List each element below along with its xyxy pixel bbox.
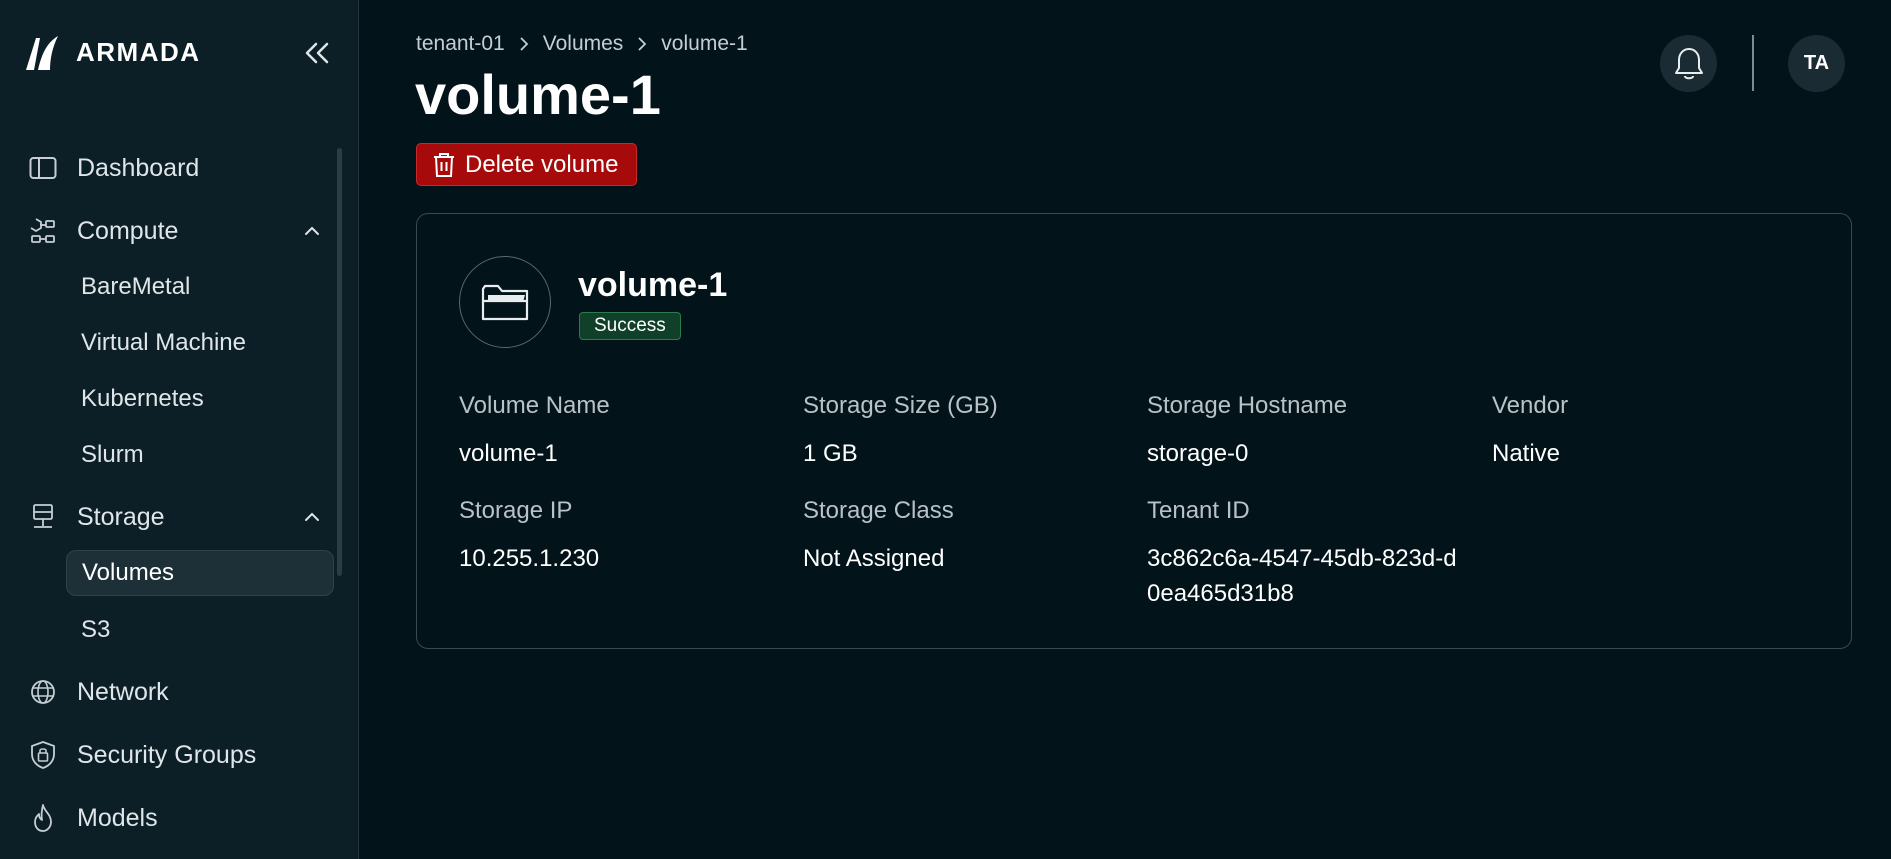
collapse-sidebar-button[interactable] xyxy=(300,36,334,70)
field-value: Not Assigned xyxy=(803,545,945,572)
delete-volume-label: Delete volume xyxy=(465,150,619,178)
sidebar-subitem-slurm[interactable]: Slurm xyxy=(66,432,334,478)
sidebar-item-storage[interactable]: Storage xyxy=(0,495,340,539)
notifications-button[interactable] xyxy=(1660,35,1717,92)
delete-volume-button[interactable]: Delete volume xyxy=(416,143,637,186)
status-badge: Success xyxy=(579,312,681,340)
sidebar-item-label: Dashboard xyxy=(77,153,200,182)
field-label: Storage Size (GB) xyxy=(803,392,998,419)
field-storage-class: Storage Class Not Assigned xyxy=(803,497,1123,576)
double-chevron-left-icon xyxy=(305,42,329,64)
field-label: Storage IP xyxy=(459,497,573,524)
field-vendor: Vendor Native xyxy=(1492,392,1812,471)
chevron-right-icon xyxy=(637,36,647,52)
trash-icon xyxy=(433,152,455,178)
sidebar: ARMADA Dashboard Compute BareMetal Virtu… xyxy=(0,0,359,859)
field-volume-name: Volume Name volume-1 xyxy=(459,392,779,471)
field-value: 3c862c6a-4547-45db-823d-d0ea465d31b8 xyxy=(1147,545,1457,607)
field-value: volume-1 xyxy=(459,440,558,467)
sidebar-item-security-groups[interactable]: Security Groups xyxy=(0,733,340,777)
chevron-up-icon[interactable] xyxy=(302,221,322,241)
avatar[interactable]: TA xyxy=(1788,35,1845,92)
layout-sidebar-icon xyxy=(28,153,58,183)
field-label: Tenant ID xyxy=(1147,497,1250,524)
field-value: storage-0 xyxy=(1147,440,1249,467)
shield-lock-icon xyxy=(28,740,58,770)
armada-logo-icon xyxy=(26,36,58,70)
volume-title: volume-1 xyxy=(578,266,728,304)
bell-icon xyxy=(1674,47,1703,79)
sidebar-item-label: Storage xyxy=(77,502,165,531)
field-label: Storage Class xyxy=(803,497,954,524)
field-label: Storage Hostname xyxy=(1147,392,1348,419)
field-label: Volume Name xyxy=(459,392,610,419)
field-storage-hostname: Storage Hostname storage-0 xyxy=(1147,392,1467,471)
page-title: volume-1 xyxy=(415,63,661,126)
sidebar-item-network[interactable]: Network xyxy=(0,670,340,714)
armada-logo[interactable]: ARMADA xyxy=(24,32,201,72)
flame-icon xyxy=(28,803,58,833)
sidebar-subitem-virtual-machine[interactable]: Virtual Machine xyxy=(66,320,334,366)
sidebar-item-models[interactable]: Models xyxy=(0,796,340,840)
field-storage-size: Storage Size (GB) 1 GB xyxy=(803,392,1123,471)
sidebar-item-label: Network xyxy=(77,677,169,706)
sidebar-item-dashboard[interactable]: Dashboard xyxy=(0,146,340,190)
field-label: Vendor xyxy=(1492,392,1569,419)
breadcrumb-current: volume-1 xyxy=(661,32,748,55)
header-divider xyxy=(1752,35,1754,91)
field-value: 10.255.1.230 xyxy=(459,545,600,572)
sidebar-item-label: Compute xyxy=(77,216,179,245)
breadcrumb-tenant[interactable]: tenant-01 xyxy=(416,32,505,56)
folder-open-icon xyxy=(459,256,551,348)
storage-server-icon xyxy=(28,502,58,532)
sidebar-item-label: Security Groups xyxy=(77,740,257,769)
chevron-up-icon[interactable] xyxy=(302,507,322,527)
globe-icon xyxy=(28,677,58,707)
sidebar-subitem-kubernetes[interactable]: Kubernetes xyxy=(66,376,334,422)
volume-details-card: volume-1 Success Volume Name volume-1 St… xyxy=(416,213,1852,649)
field-storage-ip: Storage IP 10.255.1.230 xyxy=(459,497,779,576)
field-value: 1 GB xyxy=(803,440,858,467)
breadcrumb: tenant-01 Volumes volume-1 xyxy=(416,30,748,58)
sidebar-subitem-baremetal[interactable]: BareMetal xyxy=(66,264,334,310)
field-value: Native xyxy=(1492,440,1561,467)
sidebar-item-compute[interactable]: Compute xyxy=(0,209,340,253)
breadcrumb-volumes[interactable]: Volumes xyxy=(543,32,624,56)
logo-text: ARMADA xyxy=(76,36,201,67)
sidebar-subitem-s3[interactable]: S3 xyxy=(66,607,334,653)
sidebar-item-label: Models xyxy=(77,803,158,832)
field-tenant-id: Tenant ID 3c862c6a-4547-45db-823d-d0ea46… xyxy=(1147,497,1465,611)
chevron-right-icon xyxy=(519,36,529,52)
sidebar-subitem-volumes[interactable]: Volumes xyxy=(66,550,334,596)
compute-nodes-icon xyxy=(28,216,58,246)
